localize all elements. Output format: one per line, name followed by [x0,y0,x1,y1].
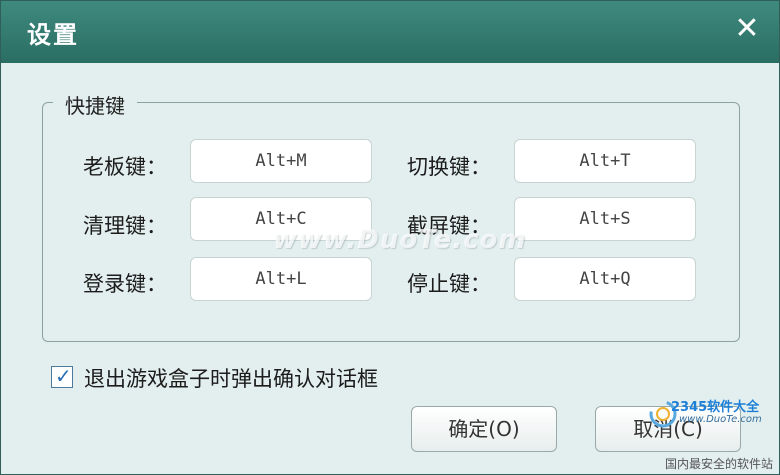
title-bar[interactable]: 设置 ✕ [1,1,779,63]
dialog-title: 设置 [27,21,79,49]
ok-button[interactable]: 确定(O) [411,406,557,452]
boss-key-label: 老板键： [83,155,167,179]
hotkey-group-legend: 快捷键 [53,90,137,119]
watermark-logo: 2345软件大全 www.DuoTe.com [643,394,775,454]
login-key-label: 登录键： [83,272,167,296]
watermark-tagline: 国内最安全的软件站 [664,457,773,471]
logo-text: 2345软件大全 [671,400,760,415]
watermark-text: www.DuoTe.com [273,225,527,255]
switch-key-label: 切换键： [407,155,491,179]
confirm-exit-label[interactable]: 退出游戏盒子时弹出确认对话框 [84,363,378,393]
confirm-exit-checkbox[interactable]: ✓ [51,364,73,388]
login-key-field[interactable]: Alt+L [190,257,372,301]
close-icon[interactable]: ✕ [729,11,765,47]
switch-key-field[interactable]: Alt+T [514,139,696,183]
logo-site: www.DuoTe.com [679,414,762,425]
checkmark-icon: ✓ [55,364,72,388]
clean-key-label: 清理键： [83,214,167,238]
settings-dialog: 设置 ✕ 快捷键 老板键： Alt+M 切换键： Alt+T 清理键： Alt+… [0,0,780,475]
stop-key-field[interactable]: Alt+Q [514,257,696,301]
screenshot-key-field[interactable]: Alt+S [514,197,696,241]
stop-key-label: 停止键： [407,272,491,296]
boss-key-field[interactable]: Alt+M [190,139,372,183]
